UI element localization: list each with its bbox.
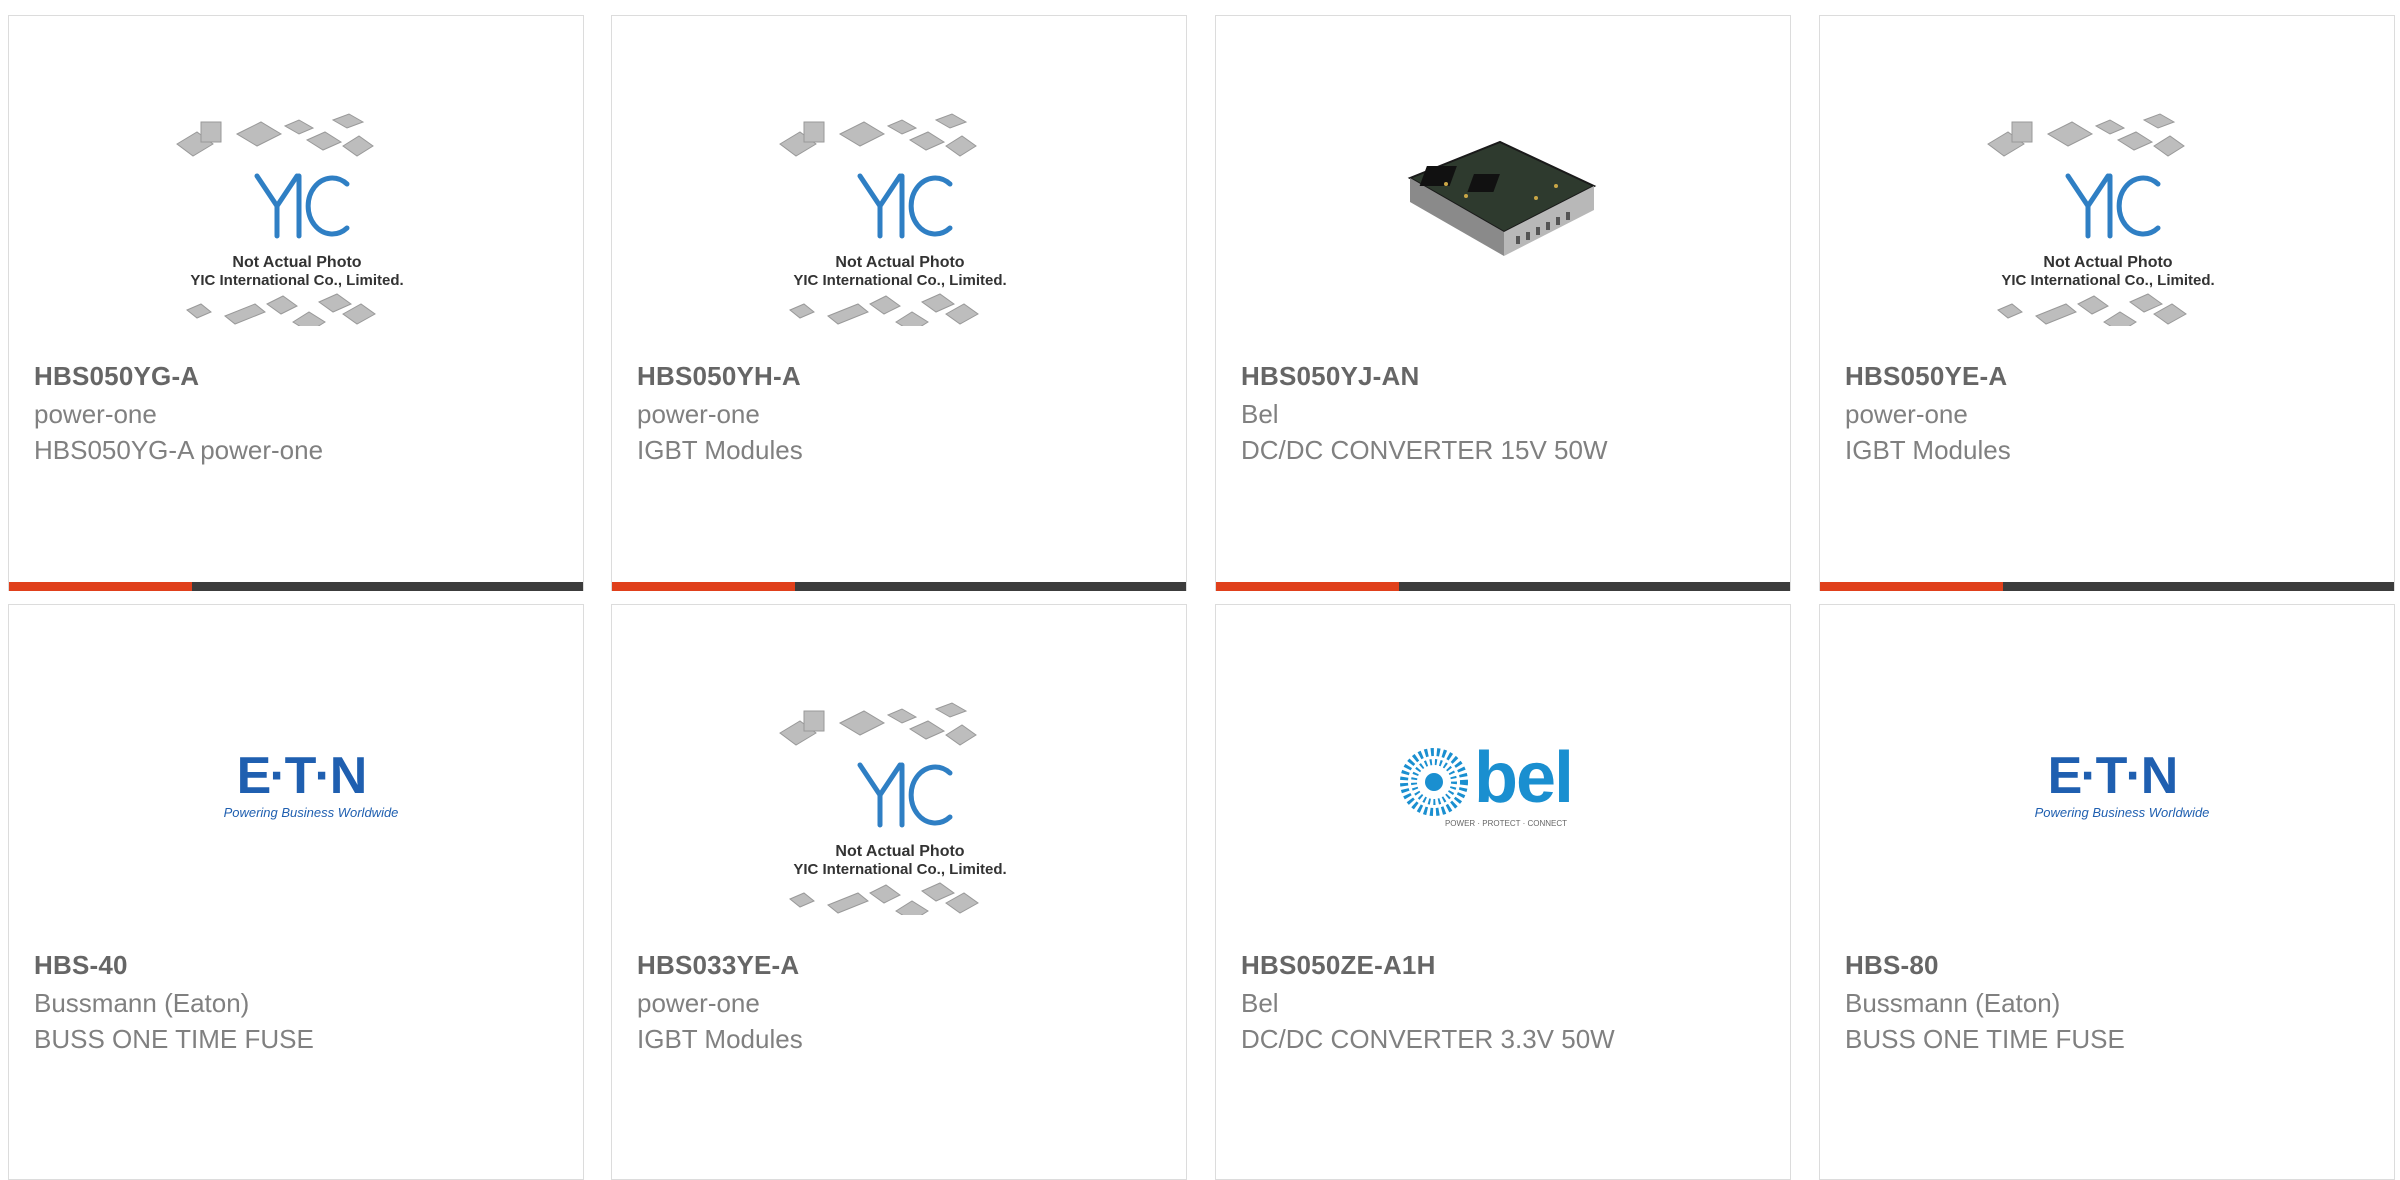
product-image[interactable] [1216, 76, 1790, 366]
product-part-number[interactable]: HBS050YG-A [34, 361, 199, 392]
card-bottom-bar [1216, 582, 1790, 591]
bel-wordmark: bel [1474, 738, 1572, 818]
dcdc-module-photo [1407, 140, 1597, 256]
yic-logo-mark [2065, 173, 2111, 239]
eaton-tagline: Powering Business Worldwide [2035, 805, 2210, 820]
eaton-wordmark: E·T·N [2048, 747, 2177, 805]
product-part-number[interactable]: HBS033YE-A [637, 950, 799, 981]
product-grid: Not Actual Photo YIC International Co., … [0, 0, 2400, 1180]
yic-placeholder-image: Not Actual Photo YIC International Co., … [1987, 113, 2215, 326]
product-part-number[interactable]: HBS-80 [1845, 950, 1939, 981]
card-bar-accent [612, 582, 795, 591]
product-manufacturer: Bussmann (Eaton) [34, 988, 250, 1018]
product-image[interactable]: Not Actual Photo YIC International Co., … [1820, 76, 2394, 366]
product-card[interactable]: HBS050YJ-AN Bel DC/DC CONVERTER 15V 50W [1215, 15, 1791, 591]
product-image[interactable]: Not Actual Photo YIC International Co., … [9, 76, 583, 366]
product-manufacturer: power-one [1845, 399, 1968, 429]
product-manufacturer: Bel [1241, 988, 1279, 1018]
yic-logo-mark [857, 173, 903, 239]
product-description: IGBT Modules [637, 435, 803, 465]
placeholder-line2: YIC International Co., Limited. [793, 272, 1006, 289]
eaton-logo: E·T·N Powering Business Worldwide [2035, 747, 2210, 820]
yic-placeholder-image: Not Actual Photo YIC International Co., … [779, 113, 1007, 326]
placeholder-line2: YIC International Co., Limited. [793, 861, 1006, 878]
yic-logo-mark [254, 173, 300, 239]
product-image[interactable]: E·T·N Powering Business Worldwide [9, 665, 583, 955]
card-bar-accent [1216, 582, 1399, 591]
card-bottom-bar [612, 582, 1186, 591]
product-description: DC/DC CONVERTER 15V 50W [1241, 435, 1608, 465]
product-manufacturer: Bel [1241, 399, 1279, 429]
eaton-wordmark: E·T·N [237, 747, 366, 805]
placeholder-line1: Not Actual Photo [835, 254, 964, 271]
product-image[interactable]: E·T·N Powering Business Worldwide [1820, 665, 2394, 955]
product-manufacturer: power-one [637, 399, 760, 429]
product-card[interactable]: Not Actual Photo YIC International Co., … [611, 604, 1187, 1180]
product-image[interactable]: bel POWER · PROTECT · CONNECT [1216, 665, 1790, 955]
product-card[interactable]: Not Actual Photo YIC International Co., … [611, 15, 1187, 591]
product-part-number[interactable]: HBS-40 [34, 950, 128, 981]
product-description: DC/DC CONVERTER 3.3V 50W [1241, 1024, 1615, 1054]
product-card[interactable]: E·T·N Powering Business Worldwide HBS-40… [8, 604, 584, 1180]
eaton-tagline: Powering Business Worldwide [224, 805, 399, 820]
product-card[interactable]: E·T·N Powering Business Worldwide HBS-80… [1819, 604, 2395, 1180]
product-image[interactable]: Not Actual Photo YIC International Co., … [612, 76, 1186, 366]
card-bottom-bar [9, 582, 583, 591]
product-card[interactable]: bel POWER · PROTECT · CONNECT HBS050ZE-A… [1215, 604, 1791, 1180]
placeholder-line1: Not Actual Photo [2043, 254, 2172, 271]
product-card[interactable]: Not Actual Photo YIC International Co., … [8, 15, 584, 591]
product-manufacturer: power-one [34, 399, 157, 429]
placeholder-line2: YIC International Co., Limited. [2001, 272, 2214, 289]
product-description: BUSS ONE TIME FUSE [34, 1024, 314, 1054]
product-image[interactable]: Not Actual Photo YIC International Co., … [612, 665, 1186, 955]
product-description: BUSS ONE TIME FUSE [1845, 1024, 2125, 1054]
yic-placeholder-image: Not Actual Photo YIC International Co., … [779, 702, 1007, 915]
card-bottom-bar [1820, 582, 2394, 591]
bel-logo: bel POWER · PROTECT · CONNECT [1400, 738, 1574, 828]
product-description: IGBT Modules [1845, 435, 2011, 465]
product-part-number[interactable]: HBS050YH-A [637, 361, 801, 392]
placeholder-line2: YIC International Co., Limited. [190, 272, 403, 289]
product-description: IGBT Modules [637, 1024, 803, 1054]
placeholder-line1: Not Actual Photo [232, 254, 361, 271]
eaton-logo: E·T·N Powering Business Worldwide [224, 747, 399, 820]
card-bar-accent [9, 582, 192, 591]
yic-placeholder-image: Not Actual Photo YIC International Co., … [176, 113, 404, 326]
card-bar-accent [1820, 582, 2003, 591]
product-description: HBS050YG-A power-one [34, 435, 324, 465]
product-card[interactable]: Not Actual Photo YIC International Co., … [1819, 15, 2395, 591]
product-part-number[interactable]: HBS050YE-A [1845, 361, 2007, 392]
product-manufacturer: power-one [637, 988, 760, 1018]
yic-logo-mark [857, 762, 903, 828]
product-part-number[interactable]: HBS050YJ-AN [1241, 361, 1420, 392]
bel-tagline: POWER · PROTECT · CONNECT [1445, 819, 1567, 828]
placeholder-line1: Not Actual Photo [835, 843, 964, 860]
product-part-number[interactable]: HBS050ZE-A1H [1241, 950, 1436, 981]
product-manufacturer: Bussmann (Eaton) [1845, 988, 2061, 1018]
